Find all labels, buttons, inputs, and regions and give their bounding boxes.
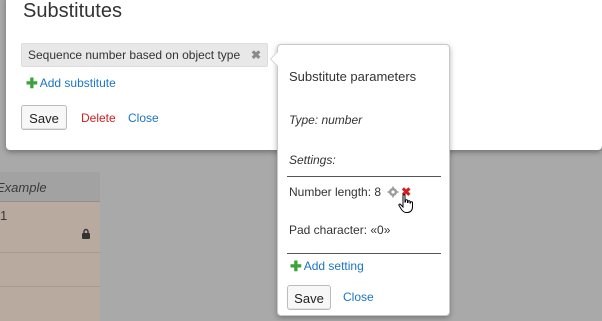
substitute-chip-label: Sequence number based on object type — [28, 48, 241, 62]
plus-icon: ✚ — [26, 75, 38, 91]
dialog-title: Substitutes — [23, 0, 122, 22]
table-cell-value: 1 — [0, 208, 8, 223]
add-substitute-label: Add substitute — [39, 76, 116, 90]
hand-cursor-icon — [398, 194, 413, 213]
save-button[interactable]: Save — [21, 105, 67, 130]
plus-icon: ✚ — [290, 258, 302, 274]
substitute-parameters-popover: Substitute parameters Type: number Setti… — [270, 44, 450, 316]
close-link[interactable]: Close — [128, 111, 159, 125]
add-substitute-link[interactable]: ✚ Add substitute — [26, 76, 116, 90]
add-setting-link[interactable]: ✚ Add setting — [290, 259, 364, 273]
divider — [287, 253, 441, 254]
delete-link[interactable]: Delete — [81, 111, 116, 125]
popover-close-link[interactable]: Close — [343, 290, 374, 304]
lock-icon — [82, 228, 90, 239]
popover-arrow-inner — [271, 52, 278, 66]
popover-save-button[interactable]: Save — [287, 285, 331, 310]
background-table: Example 1 — [0, 172, 100, 321]
table-column-header: Example — [0, 172, 100, 202]
substitute-type: Type: number — [289, 113, 363, 127]
setting-number-length: Number length: 8 ✖ — [289, 185, 411, 199]
table-row-divider — [0, 286, 100, 287]
close-x-icon[interactable]: ✖ — [251, 48, 261, 62]
setting-pad-character: Pad character: «0» — [289, 223, 391, 237]
table-row-divider — [0, 252, 100, 253]
divider — [287, 176, 441, 177]
number-length-label: Number length: 8 — [289, 185, 382, 199]
settings-heading: Settings: — [289, 153, 336, 167]
popover-title: Substitute parameters — [289, 69, 417, 84]
substitute-chip[interactable]: Sequence number based on object type ✖ — [21, 43, 268, 67]
add-setting-label: Add setting — [303, 259, 364, 273]
